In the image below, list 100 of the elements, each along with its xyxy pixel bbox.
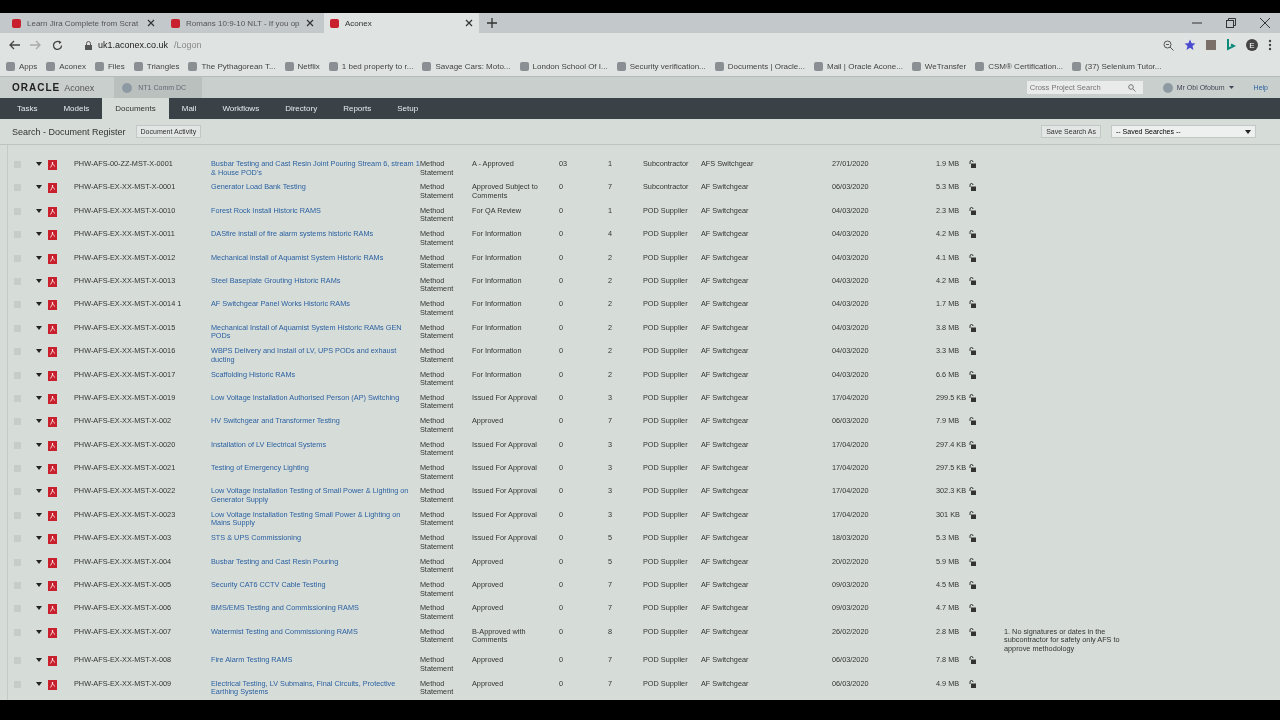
nav-tab[interactable]: Reports [330, 98, 385, 119]
caret-icon[interactable] [36, 232, 42, 237]
caret-icon[interactable] [36, 372, 42, 377]
profile-avatar[interactable]: E [1246, 39, 1258, 51]
pdf-icon[interactable] [48, 370, 57, 381]
new-tab-icon[interactable] [487, 18, 497, 28]
nav-tab[interactable]: Documents [102, 98, 169, 119]
caret-icon[interactable] [36, 208, 42, 213]
bookmark[interactable]: WeTransfer [911, 62, 967, 71]
pdf-icon[interactable] [48, 510, 57, 521]
caret-icon[interactable] [36, 325, 42, 330]
lock-icon[interactable] [969, 557, 976, 566]
lock-icon[interactable] [969, 183, 976, 192]
extension-icon[interactable] [1226, 39, 1236, 51]
close-icon[interactable] [147, 19, 155, 27]
lock-icon[interactable] [969, 230, 976, 239]
caret-icon[interactable] [36, 255, 42, 260]
caret-icon[interactable] [36, 185, 42, 190]
lock-icon[interactable] [969, 160, 976, 168]
pdf-icon[interactable] [48, 604, 57, 615]
more-icon[interactable] [1268, 39, 1272, 51]
pdf-icon[interactable] [48, 487, 57, 498]
lock-icon[interactable] [969, 581, 976, 590]
lock-icon[interactable] [969, 604, 976, 613]
address-field[interactable]: uk1.aconex.co.uk /Logon [79, 36, 1153, 54]
lock-icon[interactable] [969, 440, 976, 449]
pdf-icon[interactable] [48, 183, 57, 194]
bookmark[interactable]: London School Of I... [519, 62, 608, 71]
pdf-icon[interactable] [48, 557, 57, 568]
pdf-icon[interactable] [48, 230, 57, 241]
logo[interactable]: ORACLE Aconex [12, 82, 95, 93]
pdf-icon[interactable] [48, 417, 57, 428]
lock-icon[interactable] [969, 393, 976, 402]
caret-icon[interactable] [36, 606, 42, 611]
caret-icon[interactable] [36, 395, 42, 400]
bookmark[interactable]: Files [94, 62, 125, 71]
nav-tab[interactable]: Workflows [209, 98, 273, 119]
caret-icon[interactable] [36, 629, 42, 634]
pdf-icon[interactable] [48, 323, 57, 334]
nav-tab[interactable]: Directory [272, 98, 331, 119]
lock-icon[interactable] [969, 656, 976, 665]
nav-tab[interactable]: Mail [168, 98, 210, 119]
pdf-icon[interactable] [48, 160, 57, 170]
caret-icon[interactable] [36, 442, 42, 447]
pdf-icon[interactable] [48, 627, 57, 638]
pdf-icon[interactable] [48, 581, 57, 592]
browser-tab[interactable]: Learn Jira Complete from Scrat [6, 13, 161, 33]
lock-icon[interactable] [969, 487, 976, 496]
pdf-icon[interactable] [48, 534, 57, 545]
nav-tab[interactable]: Setup [384, 98, 432, 119]
browser-tab[interactable]: Aconex [324, 13, 479, 33]
bookmark[interactable]: Apps [6, 62, 38, 71]
pdf-icon[interactable] [48, 393, 57, 404]
lock-icon[interactable] [969, 510, 976, 519]
bookmark[interactable]: Documents | Oracle... [714, 62, 805, 71]
lock-icon[interactable] [969, 323, 976, 332]
lock-icon[interactable] [969, 300, 976, 309]
caret-icon[interactable] [36, 536, 42, 541]
bookmark[interactable]: Security verification... [616, 62, 706, 71]
caret-icon[interactable] [36, 559, 42, 564]
close-icon[interactable] [1260, 18, 1270, 28]
pdf-icon[interactable] [48, 679, 57, 690]
search-icon[interactable] [1127, 83, 1136, 92]
lock-icon[interactable] [969, 464, 976, 473]
bookmark[interactable]: Aconex [46, 62, 86, 71]
caret-icon[interactable] [36, 466, 42, 471]
bookmark[interactable]: Mail | Oracle Acone... [813, 62, 903, 71]
bookmark[interactable]: The Pythagorean T... [188, 62, 276, 71]
caret-icon[interactable] [36, 489, 42, 494]
lock-icon[interactable] [969, 627, 976, 636]
close-icon[interactable] [306, 19, 314, 27]
close-icon[interactable] [465, 19, 473, 27]
lock-icon[interactable] [969, 276, 976, 285]
pdf-icon[interactable] [48, 300, 57, 311]
lock-icon[interactable] [969, 417, 976, 426]
caret-icon[interactable] [36, 583, 42, 588]
back-icon[interactable] [8, 40, 20, 50]
caret-icon[interactable] [36, 512, 42, 517]
lock-icon[interactable] [969, 347, 976, 356]
pdf-icon[interactable] [48, 347, 57, 358]
caret-icon[interactable] [36, 419, 42, 424]
bookmark[interactable]: Netflix [284, 62, 320, 71]
caret-icon[interactable] [36, 658, 42, 663]
lock-icon[interactable] [969, 370, 976, 379]
pdf-icon[interactable] [48, 464, 57, 475]
reload-icon[interactable] [52, 39, 63, 51]
lock-icon[interactable] [969, 679, 976, 688]
caret-icon[interactable] [36, 681, 42, 686]
pdf-icon[interactable] [48, 276, 57, 287]
caret-icon[interactable] [36, 278, 42, 283]
star-icon[interactable] [1184, 39, 1196, 51]
bookmark[interactable]: Savage Cars: Moto... [422, 62, 511, 71]
bookmark[interactable]: Triangles [133, 62, 180, 71]
lock-icon[interactable] [969, 253, 976, 262]
caret-icon[interactable] [36, 162, 42, 166]
bookmark[interactable]: (37) Selenium Tutor... [1072, 62, 1162, 71]
zoom-icon[interactable] [1163, 39, 1174, 51]
lock-icon[interactable] [969, 206, 976, 215]
nav-tab[interactable]: Tasks [4, 98, 51, 119]
pdf-icon[interactable] [48, 253, 57, 264]
